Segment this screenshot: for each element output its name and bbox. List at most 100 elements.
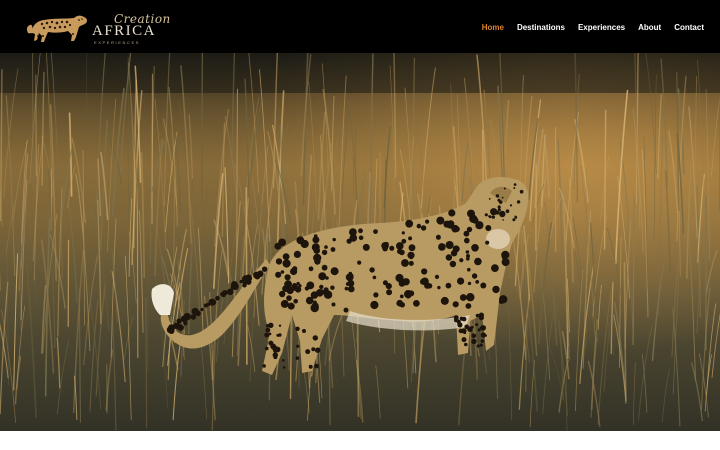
leopard-rosette [499,210,506,218]
leopard-rosette [457,277,465,285]
leopard-rosette [239,279,243,284]
leopard-rosette [314,258,321,265]
leopard-rosette [480,282,487,289]
leopard-rosette [464,324,470,330]
leopard-rosette [274,346,281,353]
leopard-rosette [265,327,271,333]
leopard-rosette [313,247,321,254]
leopard-rosette [514,215,517,218]
leopard-rosette [501,254,508,260]
brand-name: AFRICA [92,23,157,39]
leopard-rosette [421,268,428,275]
leopard-rosette [282,359,285,362]
leopard-rosette [405,219,414,228]
leopard-rosette [373,229,378,235]
leopard-rosette [485,225,492,231]
leopard-rosette [397,248,403,254]
leopard-rosette [358,228,363,234]
leopard-rosette [454,226,460,233]
leopard-rosette [512,218,516,222]
leopard-rosette [495,194,500,198]
leopard-rosette [302,329,306,333]
leopard-rosette [491,215,495,219]
leopard-rosette [445,241,454,249]
leopard-rosette [488,215,490,218]
leopard-rosette [459,258,464,263]
leopard-rosette [475,313,480,318]
leopard-rosette [343,307,349,313]
leopard-rosette [416,223,422,229]
leopard-rosette [183,321,188,326]
leopard-rosette [323,287,329,293]
leopard-rosette [305,296,314,305]
leopard-rosette [408,244,416,252]
leopard-rosette [253,271,261,279]
nav-about[interactable]: About [638,23,661,32]
leopard-rosette [399,294,404,299]
leopard-rosette [499,296,506,303]
leopard-rosette [446,222,454,229]
leopard-logo-icon [26,15,88,42]
leopard-rosette [357,260,362,265]
leopard-rosette [312,236,320,244]
leopard-rosette [262,364,266,368]
nav-home[interactable]: Home [482,23,504,32]
leopard-rosette [382,280,388,286]
leopard-rosette [282,259,291,268]
leopard-rosette [459,316,464,321]
leopard-rosette [290,267,298,276]
leopard-rosette [389,245,395,251]
leopard-rosette [332,237,336,242]
leopard-rosette [321,249,328,256]
leopard-rosette [372,275,377,280]
brand-logo[interactable]: Creation AFRICA EXPERIENCES [24,7,170,47]
leopard-rosette [280,299,289,308]
leopard-rosette [477,328,481,332]
leopard-rosette [449,260,457,268]
leopard-rosette [425,219,430,224]
leopard-rosette [408,260,414,266]
leopard-rosette [461,328,467,334]
leopard-rosette [495,210,500,215]
leopard-rosette [471,338,477,345]
leopard-rosette [284,274,291,281]
leopard-rosette [408,236,413,241]
leopard-rosette [402,278,410,286]
leopard-rosette [401,231,405,235]
leopard-rosette [261,266,268,272]
nav-experiences[interactable]: Experiences [578,23,625,32]
grass-blade [32,53,34,191]
leopard-rosette [485,240,490,245]
leopard-rosette [478,315,484,321]
brand-tagline: EXPERIENCES [94,40,141,45]
leopard-rosette [420,225,427,231]
leopard-rosette [221,291,226,296]
leopard-rosette [401,238,407,244]
leopard-rosette [330,247,336,252]
leopard-rosette [275,258,283,265]
leopard-rosette [491,264,499,272]
leopard-rosette [265,346,269,351]
nav-contact[interactable]: Contact [674,23,704,32]
leopard-rosette [295,356,300,360]
leopard-rosette [282,285,289,292]
leopard-rosette [479,343,483,347]
leopard-rosette [475,280,480,284]
leopard-rosette [344,286,349,291]
leopard-rosette [475,221,484,230]
leopard-rosette [311,347,316,352]
leopard-rosette [268,340,274,346]
leopard-rosette [266,324,270,328]
leopard-rosette [241,275,250,283]
leopard-rosette [492,285,500,294]
leopard-rosette [409,255,414,260]
leopard-rosette [275,271,282,278]
leopard-rosette [293,299,299,304]
nav-destinations[interactable]: Destinations [517,23,565,32]
leopard-rosette [509,204,513,207]
leopard-rosette [501,196,504,199]
leopard-rosette [484,213,488,217]
leopard-rosette [314,363,319,369]
leopard-rosette [438,243,446,251]
leopard-rosette [461,337,467,343]
